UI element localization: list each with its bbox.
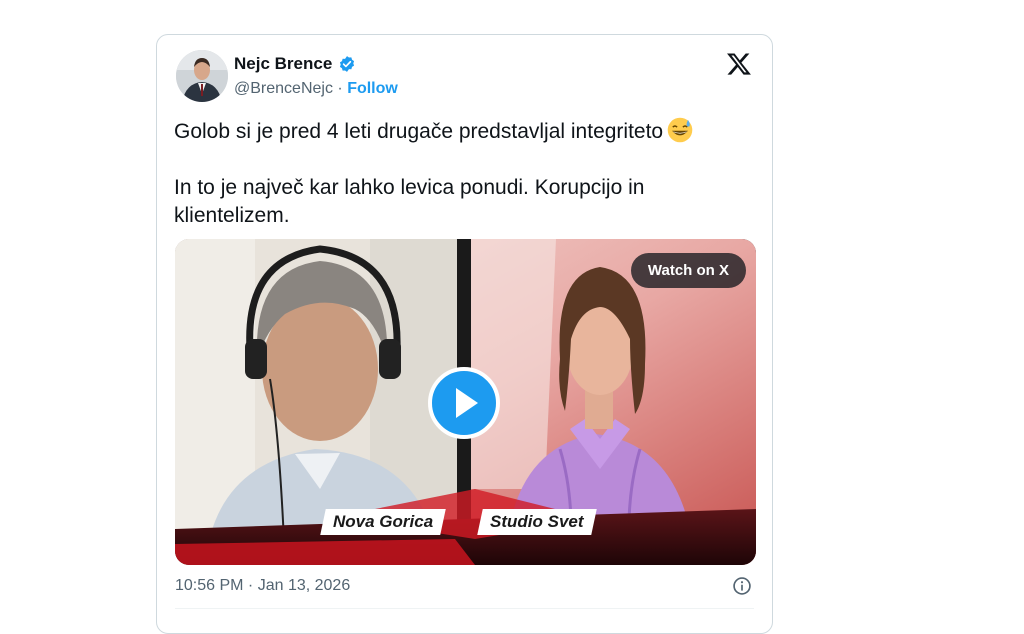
location-label-left-text: Nova Gorica [333, 512, 434, 531]
watch-on-x-button[interactable]: Watch on X [630, 253, 746, 288]
author-handle[interactable]: @BrenceNejc [234, 80, 333, 97]
follow-button[interactable]: Follow [347, 80, 398, 97]
location-label-left: Nova Gorica [320, 509, 446, 535]
divider [175, 608, 754, 609]
handle-row: @BrenceNejc · Follow [234, 80, 398, 98]
x-logo-icon[interactable] [726, 51, 752, 77]
info-icon[interactable] [732, 576, 752, 596]
author-row: Nejc Brence [234, 54, 356, 74]
separator: · [337, 80, 343, 97]
verified-badge-icon [340, 56, 355, 72]
video-player[interactable]: Watch on X Nova Gorica Studio Svet [175, 239, 756, 565]
location-label-right-text: Studio Svet [490, 512, 584, 531]
tweet-text-line: Golob si je pred 4 leti drugače predstav… [174, 117, 764, 146]
tweet-text-line1: Golob si je pred 4 leti drugače predstav… [174, 120, 664, 143]
play-button[interactable] [428, 367, 500, 439]
avatar[interactable] [176, 50, 228, 102]
avatar-image [176, 50, 228, 102]
tweet-timestamp[interactable]: 10:56 PM · Jan 13, 2026 [175, 577, 350, 595]
location-label-right: Studio Svet [477, 509, 597, 535]
tweet-card[interactable]: Nejc Brence @BrenceNejc · Follow Golob s… [156, 34, 773, 634]
grinning-sweat-emoji-icon [667, 117, 693, 143]
tweet-text-line: In to je največ kar lahko levica ponudi.… [174, 176, 645, 227]
author-name[interactable]: Nejc Brence [234, 54, 332, 74]
play-icon [456, 388, 478, 418]
tweet-text: Golob si je pred 4 leti drugače predstav… [174, 117, 764, 230]
